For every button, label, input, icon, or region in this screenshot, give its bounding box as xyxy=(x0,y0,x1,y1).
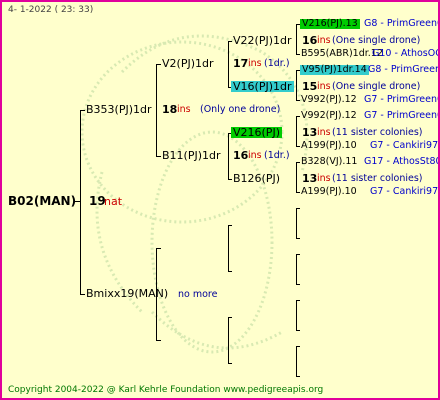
subject-bracket xyxy=(80,110,81,294)
sd-bracket xyxy=(228,133,229,179)
sd-dam-number: 13 xyxy=(302,172,318,185)
gen4-gen-3: G7 - PrimGreen00 xyxy=(364,94,438,105)
gen4-name-2[interactable]: V95(PJ)1dr.14 xyxy=(300,65,369,75)
sd-sire-unit: ins xyxy=(317,127,331,138)
gen4-gen-2: G8 - PrimGreen00 xyxy=(368,64,438,75)
ss-dam-number: 15 xyxy=(302,80,318,93)
gen4-name-7[interactable]: A199(PJ).10 xyxy=(301,187,357,197)
report-date: 4- 1-2022 ( 23: 33) xyxy=(8,5,94,15)
gen4-name-5[interactable]: A199(PJ).10 xyxy=(301,141,357,151)
gen4-name-6[interactable]: B328(VJ).11 xyxy=(301,157,357,167)
sd-dam-note: (11 sister colonies) xyxy=(332,173,423,184)
ss-sire-name[interactable]: V22(PJ)1dr xyxy=(233,35,292,46)
sire-dam-unit: ins xyxy=(248,150,262,161)
gen4-gen-4: G7 - PrimGreen00 xyxy=(364,110,438,121)
subject-connector xyxy=(74,201,81,202)
ss-sire-number: 16 xyxy=(302,34,318,47)
ss-dam-name[interactable]: V16(PJ)1dr xyxy=(231,81,294,92)
sire-number: 18 xyxy=(162,103,178,116)
subject-name[interactable]: B02(MAN) xyxy=(8,195,76,207)
sire-sire-name[interactable]: V2(PJ)1dr xyxy=(162,58,214,69)
copyright-footer: Copyright 2004-2022 @ Karl Kehrle Founda… xyxy=(8,385,324,395)
ss-dam-unit: ins xyxy=(317,81,331,92)
sd-dam-name[interactable]: B126(PJ) xyxy=(233,173,280,184)
ss-sire-note: (One single drone) xyxy=(332,35,421,46)
sire-dam-note: (1dr.) xyxy=(264,150,290,161)
sire-name[interactable]: B353(PJ)1dr xyxy=(86,104,152,115)
dam-bracket xyxy=(156,248,157,340)
ss-dam-note: (One single drone) xyxy=(332,81,421,92)
gen4-gen-0: G8 - PrimGreen00 xyxy=(364,18,438,29)
dam-note: no more xyxy=(178,289,218,300)
sire-sire-note: (1dr.) xyxy=(264,58,290,69)
sire-note: (Only one drone) xyxy=(200,104,281,115)
sd-sire-number: 13 xyxy=(302,126,318,139)
sd-dam-unit: ins xyxy=(317,173,331,184)
sd-sire-note: (11 sister colonies) xyxy=(332,127,423,138)
gen4-name-1[interactable]: B595(ABR)1dr.12 xyxy=(301,49,383,59)
gen4-gen-7: G7 - Cankiri97Q xyxy=(370,186,440,197)
sire-sire-number: 17 xyxy=(233,57,249,70)
ss-sire-unit: ins xyxy=(317,35,331,46)
ss-bracket xyxy=(228,41,229,87)
gen4-name-4[interactable]: V992(PJ).12 xyxy=(301,111,357,121)
dam-connector xyxy=(80,294,85,295)
sire-sire-unit: ins xyxy=(248,58,262,69)
gen4-gen-5: G7 - Cankiri97Q xyxy=(370,140,440,151)
subject-unit: nat xyxy=(104,195,123,208)
gen4-gen-1: G10 - AthosOOR xyxy=(372,48,438,59)
gen4-name-3[interactable]: V992(PJ).12 xyxy=(301,95,357,105)
sire-bracket xyxy=(156,64,157,156)
gen4-name-0[interactable]: V216(PJ).13 xyxy=(300,19,360,29)
pedigree-frame: 4- 1-2022 ( 23: 33) B02(MAN) 19 nat B353… xyxy=(0,0,440,400)
sire-connector xyxy=(80,110,85,111)
sd-sire-name[interactable]: V216(PJ) xyxy=(231,127,282,138)
sire-unit: ins xyxy=(177,104,191,115)
sire-dam-name[interactable]: B11(PJ)1dr xyxy=(162,150,221,161)
gen4-gen-6: G17 - AthosSt80R xyxy=(364,156,440,167)
sire-dam-number: 16 xyxy=(233,149,249,162)
